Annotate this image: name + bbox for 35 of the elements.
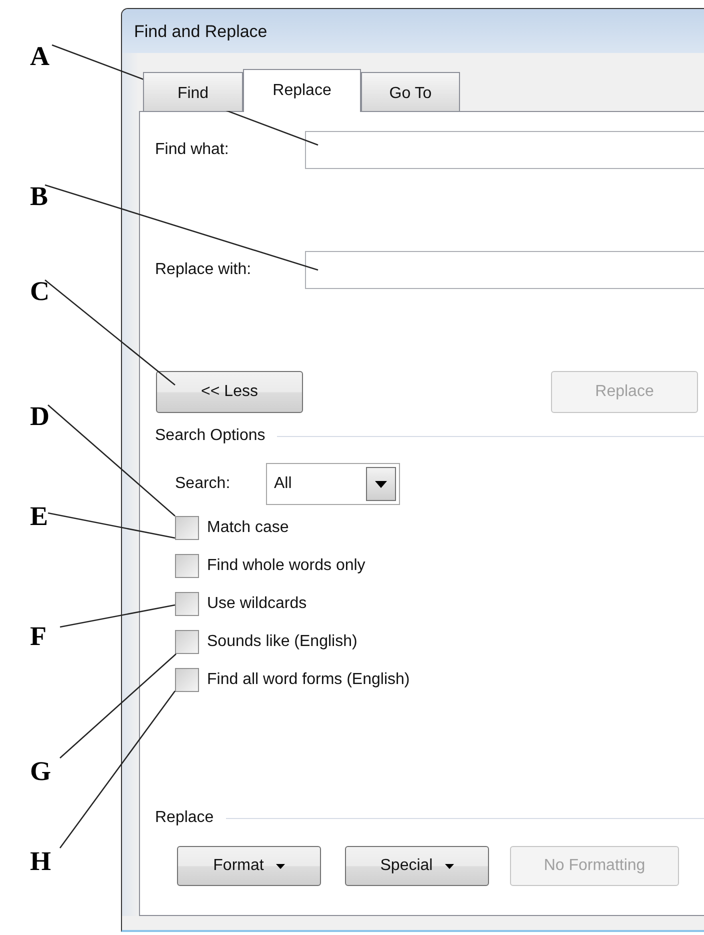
- field-label: Replace with:: [155, 261, 252, 279]
- checkbox[interactable]: [175, 592, 199, 616]
- section-title: Search Options: [155, 427, 266, 445]
- tab[interactable]: Go To: [361, 72, 460, 111]
- dropdown-button[interactable]: Format: [177, 846, 321, 886]
- tab[interactable]: Replace: [243, 69, 361, 112]
- checkbox-label: Find whole words only: [207, 557, 366, 575]
- checkbox-label: Find all word forms (English): [207, 671, 410, 689]
- search-label: Search:: [175, 475, 232, 493]
- checkbox-label: Sounds like (English): [207, 633, 358, 651]
- section-title: Replace: [155, 809, 214, 827]
- less-button[interactable]: << Less: [156, 371, 303, 413]
- caret-icon: [276, 864, 285, 868]
- callout-letter: E: [30, 502, 48, 530]
- field-label: Find what:: [155, 141, 230, 159]
- caret-icon: [444, 864, 454, 868]
- callout-letter: D: [30, 402, 50, 430]
- callout-letter: F: [30, 622, 46, 650]
- checkbox-label: Match case: [207, 519, 289, 537]
- input-field[interactable]: [305, 131, 704, 169]
- checkbox[interactable]: [175, 630, 199, 654]
- callout-letter: A: [30, 42, 50, 70]
- search-dropdown[interactable]: All: [266, 463, 400, 505]
- input-field[interactable]: [305, 251, 704, 289]
- checkbox[interactable]: [175, 516, 199, 540]
- callout-letter: G: [30, 757, 52, 785]
- callout-letter: C: [30, 277, 50, 305]
- callout-letter: H: [30, 847, 52, 875]
- tab[interactable]: Find: [143, 72, 243, 111]
- window-title: Find and Replace: [122, 9, 704, 53]
- checkbox[interactable]: [175, 668, 199, 692]
- checkbox-label: Use wildcards: [207, 595, 307, 613]
- checkbox[interactable]: [175, 554, 199, 578]
- callout-letter: B: [30, 182, 48, 210]
- dropdown-button[interactable]: Special: [345, 846, 489, 886]
